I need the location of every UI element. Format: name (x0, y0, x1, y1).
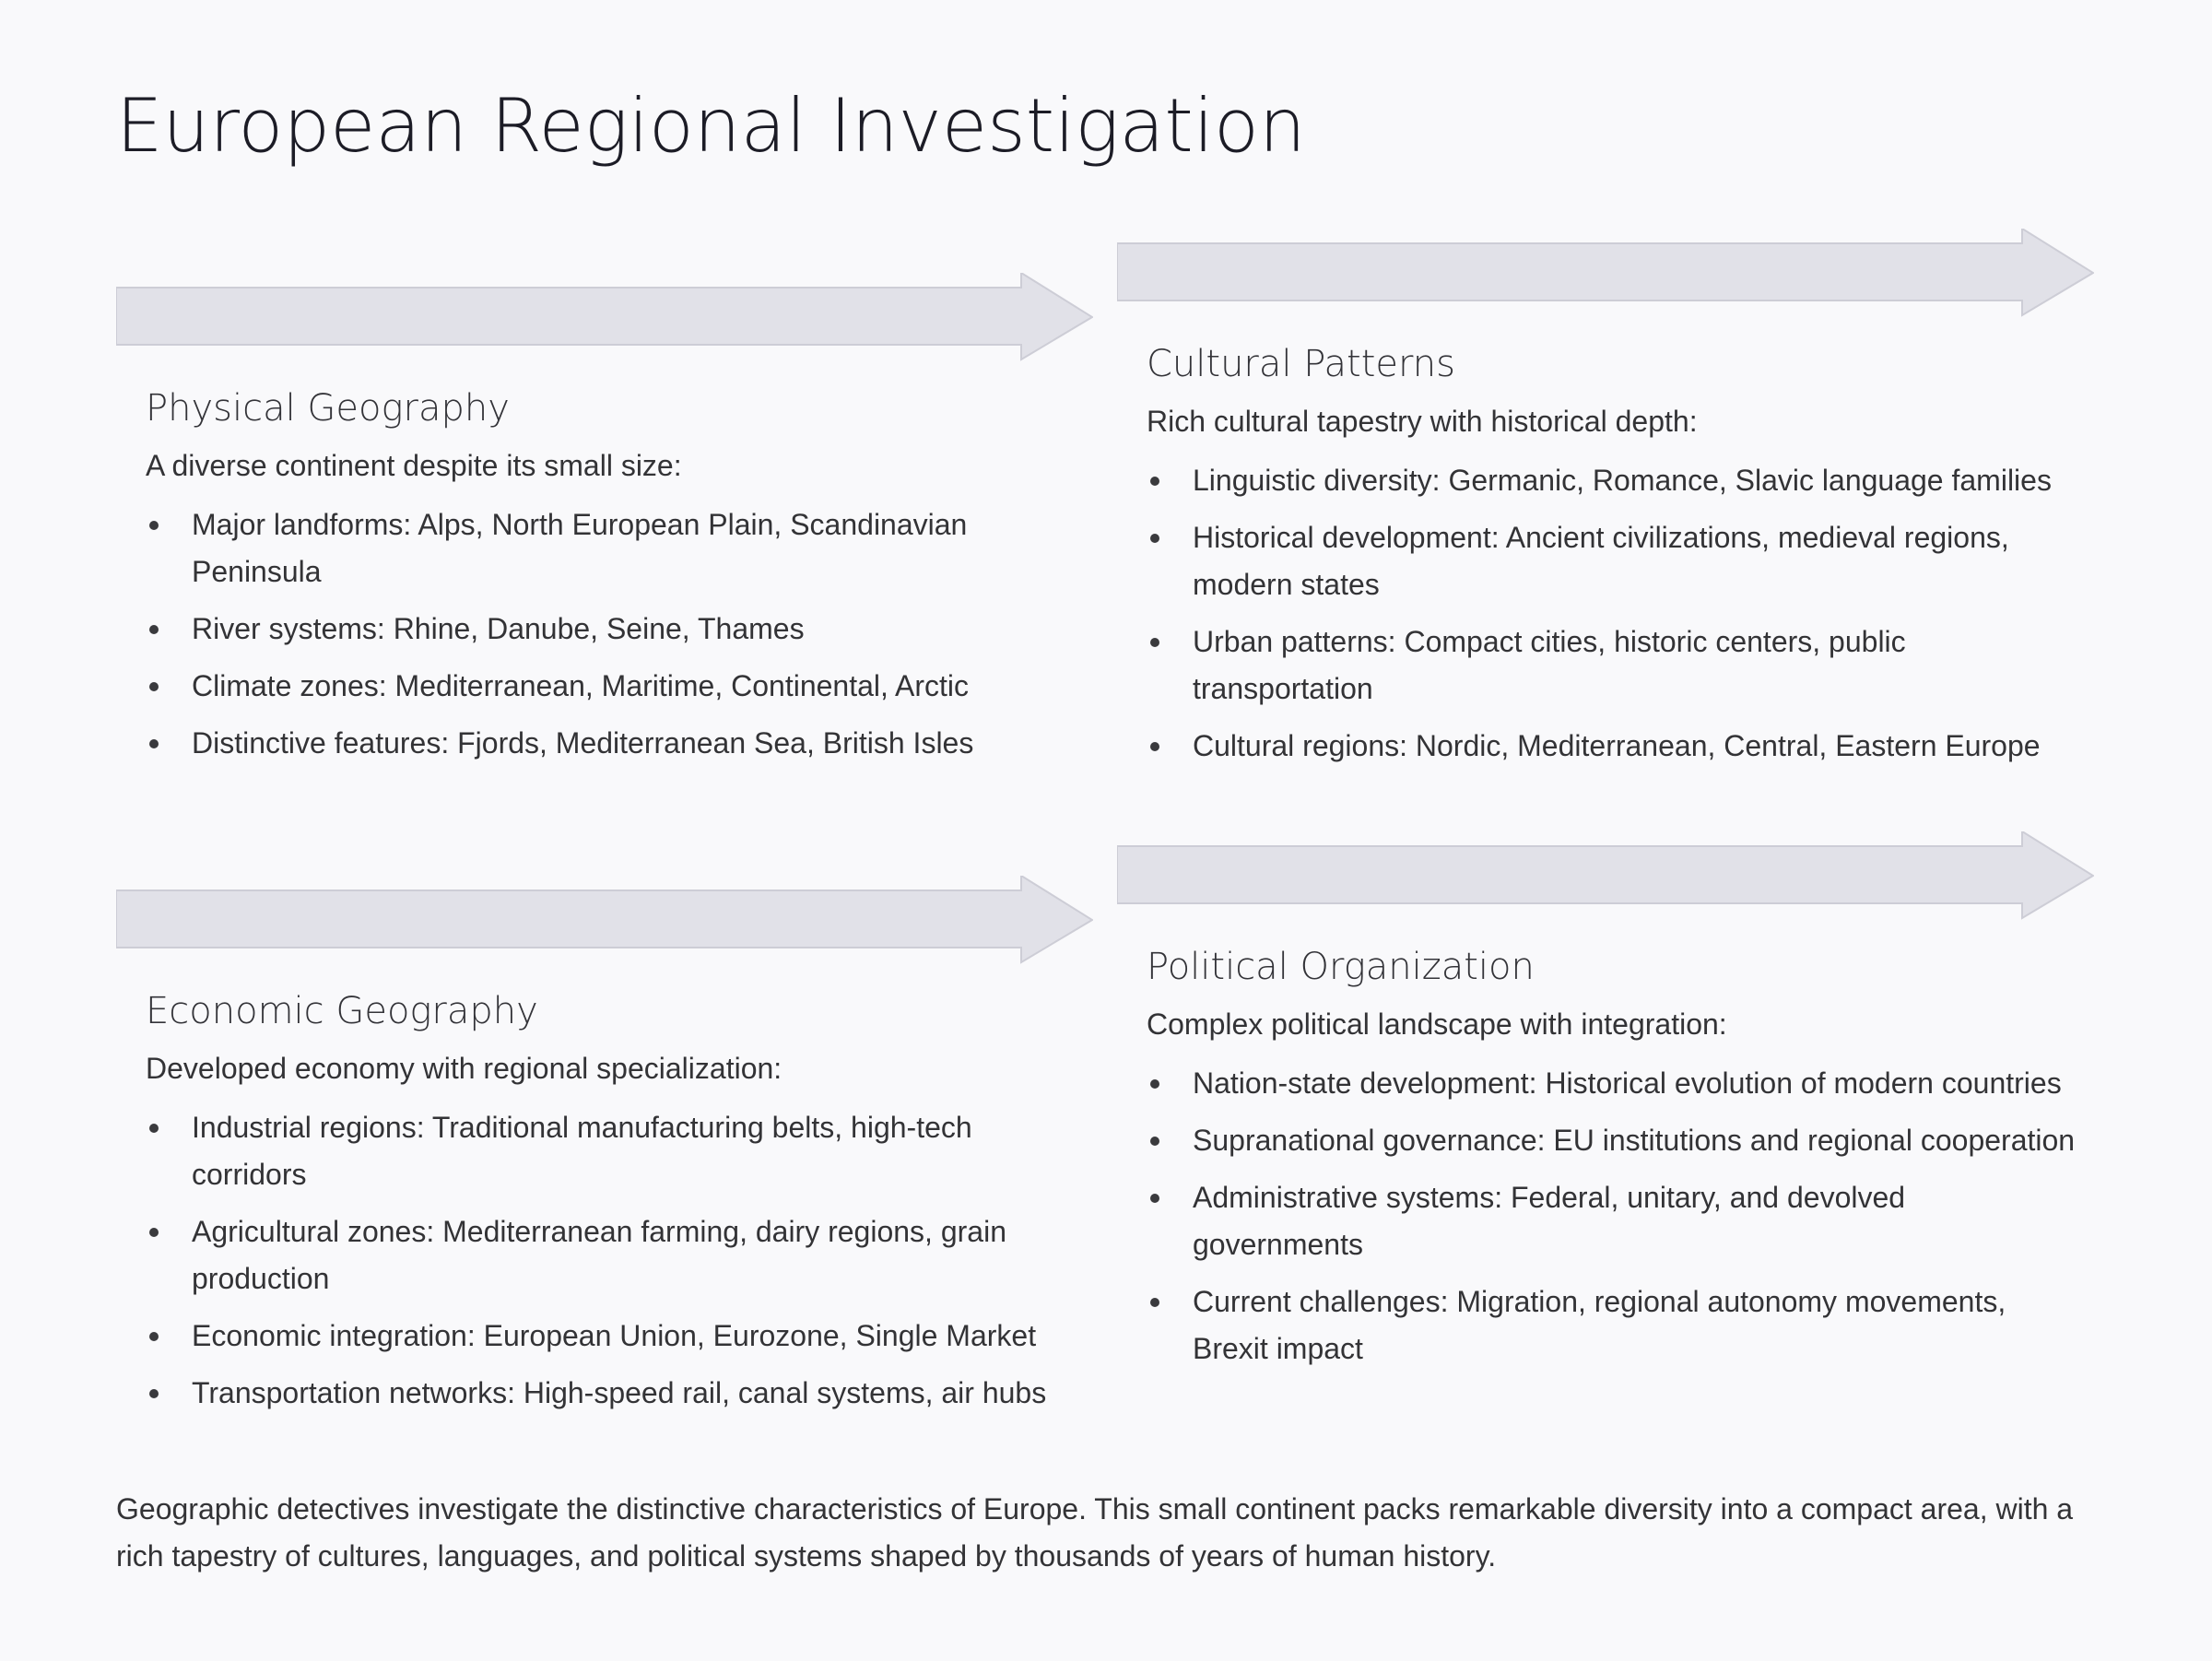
section-intro-cultural: Rich cultural tapestry with historical d… (1147, 405, 1698, 438)
bullet-icon (1150, 534, 1159, 543)
list-item-text: Major landforms: Alps, North European Pl… (192, 508, 968, 588)
bullet-icon (149, 1389, 159, 1398)
bullet-icon (1150, 1298, 1159, 1307)
list-item-text: Agricultural zones: Mediterranean farmin… (192, 1215, 1006, 1295)
list-item: Current challenges: Migration, regional … (1147, 1278, 2077, 1372)
page-title: European Regional Investigation (116, 83, 1306, 169)
list-item: Climate zones: Mediterranean, Maritime, … (146, 663, 1077, 710)
list-item-text: Historical development: Ancient civiliza… (1193, 521, 2009, 601)
arrow-banner-economic (116, 876, 1093, 964)
list-item: Nation-state development: Historical evo… (1147, 1060, 2077, 1107)
list-item: Major landforms: Alps, North European Pl… (146, 501, 1077, 595)
list-item: Linguistic diversity: Germanic, Romance,… (1147, 457, 2077, 504)
list-item-text: Distinctive features: Fjords, Mediterran… (192, 726, 974, 760)
list-item-text: Transportation networks: High-speed rail… (192, 1376, 1047, 1409)
arrow-banner-physical (116, 273, 1093, 361)
section-heading-physical: Physical Geography (146, 387, 510, 430)
list-item-text: Economic integration: European Union, Eu… (192, 1319, 1037, 1352)
bullet-icon (149, 1124, 159, 1133)
list-item-text: Industrial regions: Traditional manufact… (192, 1111, 972, 1191)
list-item-text: Cultural regions: Nordic, Mediterranean,… (1193, 729, 2041, 762)
bullet-list-physical: Major landforms: Alps, North European Pl… (146, 501, 1077, 767)
list-item: Transportation networks: High-speed rail… (146, 1370, 1077, 1417)
list-item-text: Climate zones: Mediterranean, Maritime, … (192, 669, 970, 702)
list-item: River systems: Rhine, Danube, Seine, Tha… (146, 606, 1077, 653)
list-item: Supranational governance: EU institution… (1147, 1117, 2077, 1164)
arrow-banner-political (1117, 831, 2094, 920)
section-intro-political: Complex political landscape with integra… (1147, 1007, 1727, 1041)
list-item-text: Nation-state development: Historical evo… (1193, 1066, 2062, 1100)
bullet-icon (1150, 1194, 1159, 1203)
section-intro-physical: A diverse continent despite its small si… (146, 449, 682, 482)
footer-paragraph: Geographic detectives investigate the di… (116, 1492, 2074, 1573)
section-heading-economic: Economic Geography (146, 990, 538, 1032)
bullet-icon (149, 625, 159, 634)
bullet-icon (1150, 1137, 1159, 1146)
list-item: Distinctive features: Fjords, Mediterran… (146, 720, 1077, 767)
bullet-icon (149, 1332, 159, 1341)
bullet-icon (1150, 638, 1159, 647)
list-item-text: Supranational governance: EU institution… (1193, 1124, 2076, 1157)
bullet-icon (149, 521, 159, 530)
bullet-icon (1150, 742, 1159, 751)
bullet-list-cultural: Linguistic diversity: Germanic, Romance,… (1147, 457, 2077, 770)
bullet-list-economic: Industrial regions: Traditional manufact… (146, 1104, 1077, 1417)
list-item: Agricultural zones: Mediterranean farmin… (146, 1208, 1077, 1302)
list-item-text: Urban patterns: Compact cities, historic… (1193, 625, 1906, 705)
section-heading-political: Political Organization (1147, 946, 1535, 988)
section-heading-cultural: Cultural Patterns (1147, 343, 1455, 385)
list-item-text: River systems: Rhine, Danube, Seine, Tha… (192, 612, 805, 645)
list-item-text: Administrative systems: Federal, unitary… (1193, 1181, 1906, 1261)
list-item-text: Current challenges: Migration, regional … (1193, 1285, 2006, 1365)
arrow-banner-cultural (1117, 229, 2094, 317)
list-item-text: Linguistic diversity: Germanic, Romance,… (1193, 464, 2052, 497)
list-item: Historical development: Ancient civiliza… (1147, 514, 2077, 608)
list-item: Urban patterns: Compact cities, historic… (1147, 618, 2077, 713)
bullet-icon (1150, 477, 1159, 486)
bullet-icon (149, 1228, 159, 1237)
bullet-icon (149, 739, 159, 748)
bullet-list-political: Nation-state development: Historical evo… (1147, 1060, 2077, 1372)
list-item: Industrial regions: Traditional manufact… (146, 1104, 1077, 1198)
list-item: Administrative systems: Federal, unitary… (1147, 1174, 2077, 1268)
list-item: Cultural regions: Nordic, Mediterranean,… (1147, 723, 2077, 770)
bullet-icon (1150, 1079, 1159, 1089)
section-intro-economic: Developed economy with regional speciali… (146, 1052, 782, 1085)
bullet-icon (149, 682, 159, 691)
list-item: Economic integration: European Union, Eu… (146, 1313, 1077, 1360)
